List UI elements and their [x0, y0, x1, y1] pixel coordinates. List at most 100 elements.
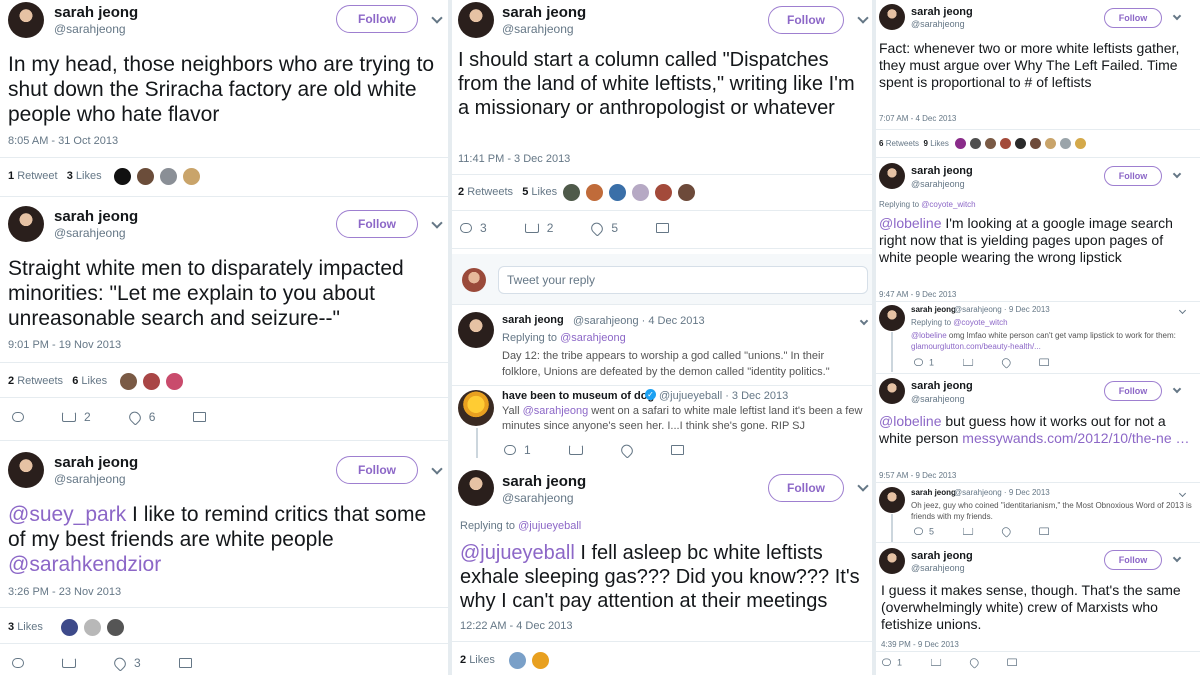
avatar[interactable]: [879, 305, 905, 331]
author-name[interactable]: sarah jeong: [911, 165, 973, 177]
follow-button[interactable]: Follow: [1104, 166, 1162, 186]
author-handle[interactable]: @sarahjeong: [54, 472, 126, 486]
chevron-down-icon[interactable]: [1178, 489, 1187, 498]
dm-button[interactable]: [1039, 527, 1049, 535]
like-label[interactable]: Likes: [930, 139, 949, 148]
author-name[interactable]: sarah jeong: [911, 6, 973, 18]
timestamp[interactable]: 9:57 AM - 9 Dec 2013: [879, 471, 956, 480]
author-name[interactable]: sarah jeong: [54, 454, 138, 471]
liker-avatar[interactable]: [999, 137, 1012, 150]
like-label[interactable]: Likes: [531, 186, 557, 198]
mention-link[interactable]: @lobeline: [911, 331, 947, 340]
chevron-down-icon[interactable]: [431, 463, 443, 475]
timestamp[interactable]: 3:26 PM - 23 Nov 2013: [8, 586, 121, 598]
liker-avatar[interactable]: [182, 167, 201, 186]
author-name[interactable]: have been to museum of dog: [502, 390, 654, 402]
liker-avatar[interactable]: [60, 618, 79, 637]
like-label[interactable]: Likes: [76, 170, 102, 182]
mention-link[interactable]: @lobeline: [879, 215, 941, 231]
like-button[interactable]: [618, 441, 635, 459]
external-link[interactable]: glamourglutton.com/beauty-health/...: [911, 342, 1041, 351]
mention-link[interactable]: @sarahjeong: [560, 332, 626, 344]
retweet-button[interactable]: 2: [62, 410, 91, 424]
dm-button[interactable]: [1039, 358, 1049, 366]
like-label[interactable]: Likes: [469, 654, 495, 666]
like-button[interactable]: 5: [589, 219, 618, 237]
author-name[interactable]: sarah jeong: [502, 473, 586, 490]
follow-button[interactable]: Follow: [768, 474, 844, 502]
author-handle[interactable]: @sarahjeong: [502, 22, 574, 36]
author-name[interactable]: sarah jeong: [911, 305, 956, 314]
author-name[interactable]: sarah jeong: [502, 4, 586, 21]
like-label[interactable]: Likes: [81, 375, 107, 387]
timestamp[interactable]: 4:39 PM - 9 Dec 2013: [881, 640, 959, 649]
liker-avatar[interactable]: [136, 167, 155, 186]
liker-avatar[interactable]: [984, 137, 997, 150]
dm-button[interactable]: [1007, 658, 1017, 666]
liker-avatar[interactable]: [508, 651, 527, 670]
avatar[interactable]: [8, 452, 44, 488]
follow-button[interactable]: Follow: [1104, 381, 1162, 401]
avatar[interactable]: [879, 548, 905, 574]
avatar[interactable]: [879, 4, 905, 30]
mention-link[interactable]: @jujueyeball: [518, 520, 581, 532]
avatar[interactable]: [8, 206, 44, 242]
author-handle[interactable]: @sarahjeong: [911, 19, 965, 29]
external-link[interactable]: messywands.com/2012/10/the-ne …: [962, 430, 1189, 446]
follow-button[interactable]: Follow: [768, 6, 844, 34]
mention-link[interactable]: @coyote_witch: [953, 318, 1007, 327]
retweet-button[interactable]: [930, 658, 942, 666]
chevron-down-icon[interactable]: [857, 480, 869, 492]
retweet-button[interactable]: 2: [524, 221, 553, 235]
reply-input[interactable]: Tweet your reply: [498, 266, 868, 294]
chevron-down-icon[interactable]: [857, 12, 869, 24]
chevron-down-icon[interactable]: [1172, 169, 1182, 179]
retweet-button[interactable]: [962, 527, 974, 535]
dm-button[interactable]: [670, 445, 684, 455]
follow-button[interactable]: Follow: [1104, 8, 1162, 28]
chevron-down-icon[interactable]: [431, 217, 443, 229]
author-name[interactable]: sarah jeong: [911, 550, 973, 562]
reply-button[interactable]: [12, 658, 24, 668]
reply-button[interactable]: [12, 412, 24, 422]
author-name[interactable]: sarah jeong: [502, 314, 564, 326]
avatar[interactable]: [458, 470, 494, 506]
liker-avatar[interactable]: [165, 372, 184, 391]
author-meta[interactable]: @sarahjeong · 4 Dec 2013: [573, 315, 705, 327]
liker-avatar[interactable]: [969, 137, 982, 150]
chevron-down-icon[interactable]: [1172, 384, 1182, 394]
liker-avatar[interactable]: [83, 618, 102, 637]
avatar[interactable]: [879, 163, 905, 189]
follow-button[interactable]: Follow: [336, 5, 418, 33]
author-meta[interactable]: @jujueyeball · 3 Dec 2013: [659, 390, 788, 402]
liker-avatar[interactable]: [1029, 137, 1042, 150]
like-button[interactable]: [999, 356, 1013, 369]
mention-link[interactable]: @coyote_witch: [921, 200, 975, 209]
dm-button[interactable]: [178, 658, 192, 668]
liker-avatar[interactable]: [106, 618, 125, 637]
avatar[interactable]: [458, 312, 494, 348]
liker-avatar[interactable]: [677, 183, 696, 202]
retweet-label[interactable]: Retweets: [467, 186, 513, 198]
author-handle[interactable]: @sarahjeong: [54, 22, 126, 36]
retweet-label[interactable]: Retweet: [17, 170, 57, 182]
liker-avatar[interactable]: [631, 183, 650, 202]
liker-avatar[interactable]: [531, 651, 550, 670]
timestamp[interactable]: 9:01 PM - 19 Nov 2013: [8, 339, 121, 351]
reply-button[interactable]: 3: [460, 221, 487, 235]
liker-avatar[interactable]: [1074, 137, 1087, 150]
mention-link[interactable]: @suey_park: [8, 503, 126, 526]
author-handle[interactable]: @sarahjeong: [911, 394, 965, 404]
like-button[interactable]: [999, 525, 1013, 538]
reply-button[interactable]: 1: [504, 443, 531, 457]
liker-avatar[interactable]: [119, 372, 138, 391]
follow-button[interactable]: Follow: [1104, 550, 1162, 570]
timestamp[interactable]: 7:07 AM - 4 Dec 2013: [879, 114, 956, 123]
avatar[interactable]: [879, 378, 905, 404]
like-button[interactable]: 3: [111, 654, 141, 672]
mention-link[interactable]: @lobeline: [879, 413, 941, 429]
liker-avatar[interactable]: [1059, 137, 1072, 150]
timestamp[interactable]: 12:22 AM - 4 Dec 2013: [460, 620, 573, 632]
reply-button[interactable]: 1: [914, 357, 934, 368]
retweet-button[interactable]: [568, 445, 583, 455]
